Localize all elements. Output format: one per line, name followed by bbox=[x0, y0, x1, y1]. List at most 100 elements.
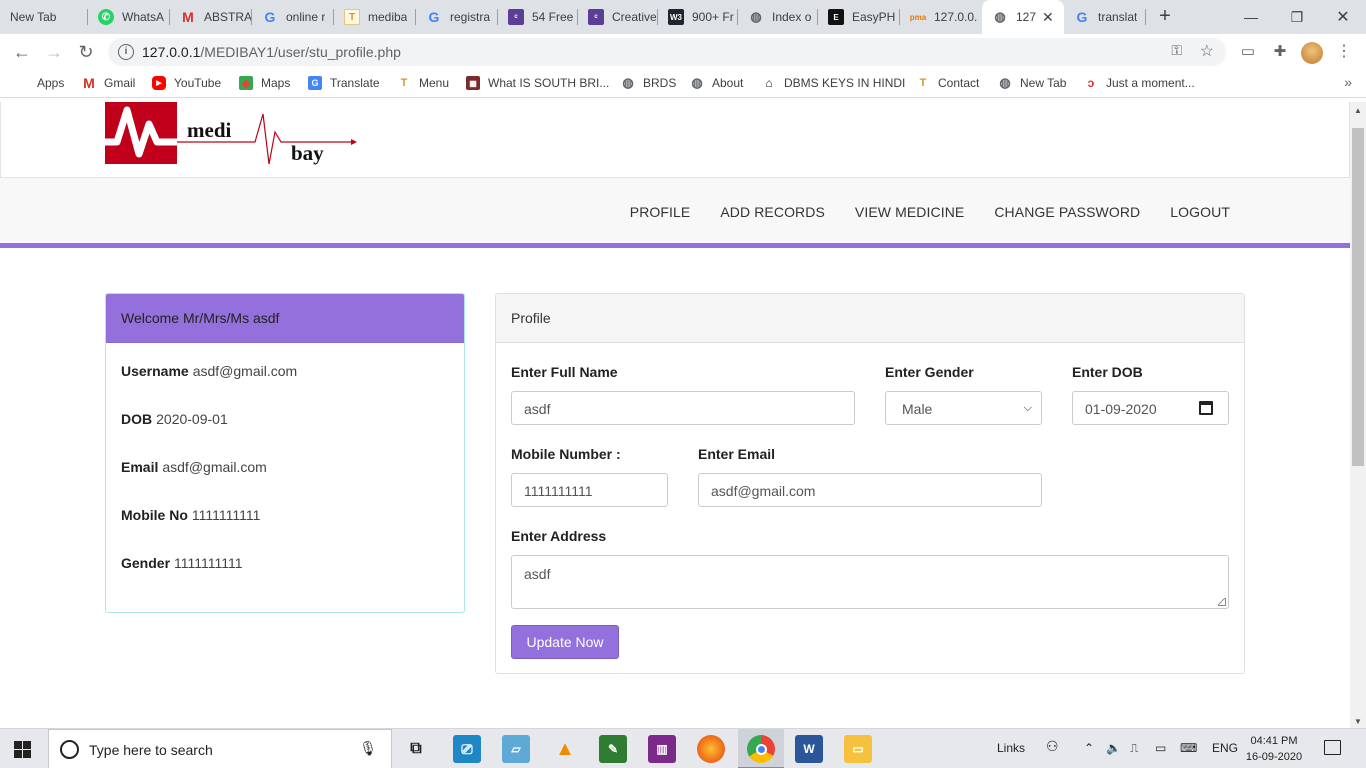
address-bar[interactable]: i 127.0.0.1/MEDIBAY1/user/stu_profile.ph… bbox=[108, 38, 1226, 66]
cast-icon[interactable]: ▭ bbox=[1238, 42, 1258, 62]
notifications-icon[interactable] bbox=[1324, 740, 1341, 755]
virtualbox-icon[interactable]: ▱ bbox=[502, 735, 530, 763]
windows-start-icon[interactable] bbox=[14, 741, 31, 758]
network-icon[interactable]: ⎍ bbox=[1130, 741, 1138, 756]
site-info-icon[interactable]: i bbox=[118, 44, 134, 60]
tab-phpmyadmin[interactable]: pma 127.0.0. bbox=[900, 0, 980, 34]
bookmark-new-tab[interactable]: ◍ New Tab bbox=[998, 75, 1066, 90]
resize-handle-icon[interactable] bbox=[1218, 598, 1226, 606]
bookmark-apps[interactable]: Apps bbox=[15, 76, 64, 90]
bookmark-menu[interactable]: T Menu bbox=[397, 76, 449, 90]
profile-avatar[interactable] bbox=[1301, 42, 1323, 64]
new-tab-plus-icon[interactable]: + bbox=[1153, 5, 1177, 29]
cortana-circle-icon bbox=[60, 740, 79, 759]
scrollbar-thumb[interactable] bbox=[1352, 128, 1364, 466]
medibay-icon: T bbox=[919, 77, 927, 89]
nav-change-password[interactable]: CHANGE PASSWORD bbox=[994, 204, 1140, 220]
scroll-down-arrow-icon[interactable]: ▼ bbox=[1354, 717, 1362, 726]
tray-chevron-up-icon[interactable]: ⌃ bbox=[1084, 741, 1094, 755]
scroll-up-arrow-icon[interactable]: ▲ bbox=[1354, 106, 1362, 115]
bookmark-about[interactable]: ◍ About bbox=[690, 75, 743, 90]
chrome-icon[interactable] bbox=[747, 735, 775, 763]
close-window-icon[interactable]: ✕ bbox=[1320, 0, 1366, 34]
cloudflare-icon: ↄ bbox=[1087, 76, 1095, 90]
dob-label: Enter DOB bbox=[1072, 364, 1143, 380]
tab-gmail-abstract[interactable]: M ABSTRA bbox=[170, 0, 252, 34]
dob-date-input[interactable]: 01-09-2020 bbox=[1072, 391, 1229, 425]
tab-new-tab[interactable]: New Tab bbox=[0, 0, 88, 34]
bookmark-youtube[interactable]: ▶ YouTube bbox=[152, 76, 221, 90]
tab-colorlib-free[interactable]: c 54 Free bbox=[498, 0, 578, 34]
minimize-icon[interactable]: — bbox=[1228, 0, 1274, 34]
tab-google-registration[interactable]: G registra bbox=[416, 0, 498, 34]
nav-profile[interactable]: PROFILE bbox=[630, 204, 691, 220]
bookmark-south-bridge[interactable]: ▦ What IS SOUTH BRI... bbox=[466, 76, 609, 90]
winrar-icon[interactable]: ▥ bbox=[648, 735, 676, 763]
update-now-button[interactable]: Update Now bbox=[511, 625, 619, 659]
file-explorer-icon[interactable]: ▭ bbox=[844, 735, 872, 763]
menu-kebab-icon[interactable]: ⋮ bbox=[1334, 42, 1354, 62]
info-row-dob: DOB 2020-09-01 bbox=[121, 411, 228, 427]
restore-icon[interactable]: ❐ bbox=[1274, 0, 1320, 34]
book-icon: ⌂ bbox=[765, 76, 773, 90]
bookmark-contact[interactable]: T Contact bbox=[916, 76, 980, 90]
word-icon[interactable]: W bbox=[795, 735, 823, 763]
phpmyadmin-icon: pma bbox=[909, 12, 927, 22]
mobile-input[interactable]: 1111111111 bbox=[511, 473, 668, 507]
bookmark-label: What IS SOUTH BRI... bbox=[488, 76, 610, 90]
people-icon[interactable]: ⚇ bbox=[1046, 738, 1059, 755]
tab-whatsapp[interactable]: ✆ WhatsA bbox=[88, 0, 170, 34]
system-clock[interactable]: 04:41 PM 16-09-2020 bbox=[1244, 733, 1304, 765]
medibay-logo[interactable]: medi bay bbox=[105, 102, 357, 166]
language-indicator[interactable]: ENG bbox=[1212, 741, 1238, 755]
firefox-icon[interactable] bbox=[697, 735, 725, 763]
forward-arrow-icon[interactable]: → bbox=[42, 40, 66, 64]
back-arrow-icon[interactable]: ← bbox=[10, 40, 34, 64]
bookmark-brds[interactable]: ◍ BRDS bbox=[621, 75, 676, 90]
bookmarks-overflow-icon[interactable]: » bbox=[1344, 74, 1352, 90]
tab-google-online[interactable]: G online r bbox=[252, 0, 334, 34]
gender-select[interactable]: Male ⌵ bbox=[885, 391, 1042, 425]
tab-google-translate[interactable]: G translat bbox=[1064, 0, 1146, 34]
tab-medibay[interactable]: T mediba bbox=[334, 0, 416, 34]
taskbar-search-box[interactable]: Type here to search 🎙 bbox=[48, 729, 392, 768]
tab-active-profile[interactable]: ◍ 127 ✕ bbox=[982, 0, 1064, 34]
google-icon: G bbox=[1076, 9, 1088, 25]
vlc-icon[interactable]: ▲ bbox=[551, 735, 579, 763]
display-icon[interactable]: ▭ bbox=[1155, 741, 1166, 755]
full-name-input[interactable]: asdf bbox=[511, 391, 855, 425]
task-view-icon[interactable]: ⧉ bbox=[402, 735, 430, 763]
tab-index-of[interactable]: ◍ Index o bbox=[738, 0, 818, 34]
nav-view-medicine[interactable]: VIEW MEDICINE bbox=[855, 204, 964, 220]
calendar-icon[interactable] bbox=[1199, 401, 1213, 415]
bookmark-star-icon[interactable]: ☆ bbox=[1200, 41, 1214, 61]
bookmark-just-a-moment[interactable]: ↄ Just a moment... bbox=[1084, 76, 1195, 90]
remote-desktop-icon[interactable]: ⎚ bbox=[453, 735, 481, 763]
tab-colorlib-creative[interactable]: c Creative bbox=[578, 0, 658, 34]
address-textarea[interactable]: asdf bbox=[511, 555, 1229, 609]
key-icon[interactable]: ⚿ bbox=[1171, 42, 1182, 59]
page-scrollbar[interactable]: ▲ ▼ bbox=[1350, 102, 1366, 728]
microphone-icon[interactable]: 🎙 bbox=[359, 740, 377, 757]
reload-icon[interactable]: ↻ bbox=[74, 40, 98, 64]
bookmark-dbms-keys[interactable]: ⌂ DBMS KEYS IN HINDI bbox=[762, 76, 905, 90]
keyboard-icon[interactable]: ⌨ bbox=[1180, 741, 1197, 755]
volume-icon[interactable]: 🔈 bbox=[1106, 741, 1121, 755]
nav-logout[interactable]: LOGOUT bbox=[1170, 204, 1230, 220]
whatsapp-icon: ✆ bbox=[98, 9, 114, 25]
close-tab-icon[interactable]: ✕ bbox=[1042, 9, 1054, 26]
tab-title: online r bbox=[286, 10, 326, 24]
gmail-icon: M bbox=[182, 9, 194, 25]
extensions-puzzle-icon[interactable]: ✚ bbox=[1270, 42, 1290, 62]
nav-add-records[interactable]: ADD RECORDS bbox=[720, 204, 825, 220]
tab-w3layouts[interactable]: W3 900+ Fr bbox=[658, 0, 738, 34]
links-toolbar-label[interactable]: Links bbox=[997, 741, 1025, 755]
bookmark-gmail[interactable]: M Gmail bbox=[82, 75, 135, 91]
bookmark-maps[interactable]: ◆ Maps bbox=[239, 76, 290, 90]
tab-title: WhatsA bbox=[122, 10, 165, 24]
tab-easyphp[interactable]: E EasyPH bbox=[818, 0, 900, 34]
info-value: 2020-09-01 bbox=[156, 411, 228, 427]
email-input[interactable]: asdf@gmail.com bbox=[698, 473, 1042, 507]
notepad-plus-icon[interactable]: ✎ bbox=[599, 735, 627, 763]
bookmark-translate[interactable]: G Translate bbox=[308, 76, 380, 90]
